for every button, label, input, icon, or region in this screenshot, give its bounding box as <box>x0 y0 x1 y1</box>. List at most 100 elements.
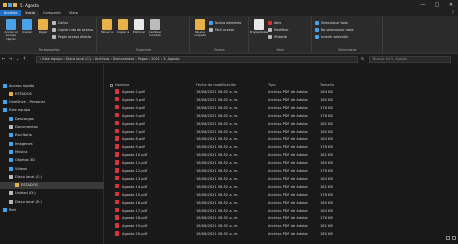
move-button[interactable]: Mover a <box>100 19 114 43</box>
select-all-checkbox[interactable] <box>110 83 113 87</box>
desktop-icon <box>9 133 13 138</box>
delete-button[interactable]: Eliminar <box>132 19 146 43</box>
back-arrow-icon[interactable]: ← <box>0 57 7 62</box>
sidebar-item[interactable]: Unidad (D:) <box>0 190 104 197</box>
sidebar-item[interactable]: Música <box>0 148 104 155</box>
help-icon[interactable]: ? <box>452 10 454 15</box>
sidebar-item[interactable]: Objetos 3D <box>0 157 104 164</box>
file-type: Archivo PDF de Adobe <box>268 105 308 110</box>
pin-icon <box>6 19 16 30</box>
new-item-button[interactable]: Nuevo elemento <box>209 20 241 25</box>
rename-button[interactable]: Cambiar nombre <box>148 19 162 43</box>
minimize-button[interactable]: — <box>416 0 430 10</box>
maximize-button[interactable]: □ <box>430 0 444 10</box>
file-type: Archivo PDF de Adobe <box>268 153 308 158</box>
file-name: Agosto 13.pdf <box>122 176 148 181</box>
sidebar-item[interactable]: Este equipo <box>0 107 104 114</box>
file-row[interactable]: Agosto 15.pdf 16/08/2021 08:52 a. m. Archi… <box>104 191 458 200</box>
file-row[interactable]: Agosto 9.pdf 16/08/2021 08:52 a. m. Archiv… <box>104 144 458 152</box>
file-row[interactable]: Agosto 10.pdf 16/08/2021 08:52 a. m. Archi… <box>104 152 458 160</box>
copy-button[interactable]: Copiar <box>20 19 34 43</box>
paste-label: Pegar <box>38 30 48 34</box>
sidebar-item[interactable]: Imágenes <box>0 140 104 147</box>
ribbon-group-label: Organizar <box>135 48 152 52</box>
documents-icon <box>9 125 13 129</box>
sidebar-item[interactable]: ESTADOS <box>0 90 104 97</box>
file-type: Archivo PDF de Adobe <box>268 192 308 197</box>
sidebar-item[interactable]: Escritorio <box>0 132 104 139</box>
file-row[interactable]: Agosto 16.pdf 16/08/2021 08:52 a. m. Archi… <box>104 199 458 208</box>
sidebar-item[interactable]: Vídeos <box>0 165 104 172</box>
file-row[interactable]: Agosto 3.pdf 16/08/2021 08:52 a. m. Archiv… <box>104 96 458 105</box>
file-row[interactable]: Agosto 7.pdf 16/08/2021 08:52 a. m. Archiv… <box>104 128 458 137</box>
file-row[interactable]: Agosto 19.pdf 16/08/2021 08:52 a. m. Archi… <box>104 223 458 231</box>
file-row[interactable]: Agosto 12.pdf 16/08/2021 08:52 a. m. Archi… <box>104 168 458 176</box>
refresh-icon[interactable]: ↻ <box>361 56 364 61</box>
file-row[interactable]: Agosto 5.pdf 16/08/2021 08:52 a. m. Archiv… <box>104 112 458 121</box>
file-row[interactable]: Agosto 17.pdf 16/08/2021 08:52 a. m. Archi… <box>104 207 458 216</box>
sidebar-item[interactable]: Disco local (E:) <box>0 198 104 205</box>
3d-icon <box>9 158 13 163</box>
up-arrow-icon[interactable]: ↑ <box>21 57 28 62</box>
file-row[interactable]: Agosto 2.pdf 16/08/2021 08:52 a. m. Archiv… <box>104 89 458 97</box>
paste-button[interactable]: Pegar <box>36 19 50 43</box>
file-row[interactable]: Agosto 18.pdf 16/08/2021 08:52 a. m. Archi… <box>104 215 458 223</box>
column-size[interactable]: Tamaño <box>320 82 334 88</box>
new-folder-button[interactable]: Nueva carpeta <box>193 19 207 43</box>
sidebar-item[interactable]: Acceso rápido <box>0 82 104 89</box>
column-date[interactable]: Fecha de modificación <box>196 82 236 88</box>
search-input[interactable]: Buscar en 5. Agosto <box>369 55 451 63</box>
recent-chevron-icon[interactable]: ⌄ <box>14 57 21 62</box>
column-name[interactable]: Nombre <box>115 82 129 88</box>
shortcut-button[interactable]: Pegar acceso directo <box>52 34 91 39</box>
file-date: 16/08/2021 08:52 a. m. <box>196 121 239 126</box>
sidebar-item[interactable]: Documentos <box>0 124 104 131</box>
sidebar-item[interactable]: Disco local (C:) <box>0 173 104 180</box>
file-row[interactable]: Agosto 20.pdf 16/08/2021 08:52 a. m. Archi… <box>104 231 458 239</box>
close-button[interactable]: ✕ <box>444 0 458 10</box>
file-type: Archivo PDF de Adobe <box>268 224 308 229</box>
sidebar-item[interactable]: Red <box>0 207 104 214</box>
sidebar-item[interactable]: Descargas <box>0 115 104 122</box>
pdf-file-icon <box>115 223 119 228</box>
pdf-file-icon <box>115 112 119 118</box>
large-icons-view-icon[interactable] <box>452 236 456 240</box>
file-name: Agosto 6.pdf <box>122 121 145 126</box>
open-button[interactable]: Abrir <box>268 20 282 25</box>
sidebar-item-label: Unidad (D:) <box>15 191 36 196</box>
properties-button[interactable]: Propiedades <box>250 19 268 43</box>
pin-button[interactable]: Anclar al Acceso rápido <box>4 19 18 43</box>
history-button[interactable]: Historial <box>268 34 287 39</box>
sidebar-item[interactable]: ESTADOS <box>0 181 104 189</box>
pdf-file-icon <box>115 144 119 149</box>
cloud-icon <box>3 100 7 105</box>
ribbon-group-label: Portapapeles <box>38 48 60 52</box>
file-row[interactable]: Agosto 6.pdf 16/08/2021 08:52 a. m. Archiv… <box>104 120 458 129</box>
column-type[interactable]: Tipo <box>268 82 276 88</box>
file-row[interactable]: Agosto 8.pdf 16/08/2021 08:52 a. m. Archiv… <box>104 136 458 144</box>
sidebar-item[interactable]: OneDrive - Personal <box>0 99 104 106</box>
edit-button[interactable]: Modificar <box>268 27 289 32</box>
history-icon <box>268 34 272 39</box>
ribbon-group-label: Nuevo <box>214 48 225 52</box>
file-date: 16/08/2021 08:52 a. m. <box>196 224 239 229</box>
file-type: Archivo PDF de Adobe <box>268 113 308 118</box>
file-row[interactable]: Agosto 4.pdf 16/08/2021 08:52 a. m. Archiv… <box>104 104 458 113</box>
details-view-icon[interactable] <box>446 236 450 240</box>
easy-access-button[interactable]: Fácil acceso <box>209 27 234 32</box>
file-row[interactable]: Agosto 13.pdf 16/08/2021 08:52 a. m. Archi… <box>104 175 458 184</box>
file-row[interactable]: Agosto 14.pdf 16/08/2021 08:52 a. m. Archi… <box>104 183 458 192</box>
file-size: 182 KB <box>320 184 333 189</box>
new-folder-icon[interactable] <box>13 3 17 7</box>
select-none-button[interactable]: No seleccionar nada <box>315 27 353 32</box>
address-bar[interactable]: › Este equipo › Disco local (C:) › Archi… <box>36 55 358 63</box>
path-button[interactable]: Copiar ruta de acceso <box>52 27 93 32</box>
forward-arrow-icon[interactable]: → <box>7 57 14 62</box>
select-all-button[interactable]: Seleccionar todo <box>315 20 348 25</box>
properties-icon[interactable] <box>8 3 12 7</box>
file-size: 180 KB <box>320 232 333 237</box>
cut-button[interactable]: Cortar <box>52 20 68 25</box>
file-row[interactable]: Agosto 11.pdf 16/08/2021 08:52 a. m. Archi… <box>104 160 458 168</box>
copyto-button[interactable]: Copiar a <box>116 19 130 43</box>
invert-button[interactable]: Invertir selección <box>315 34 348 39</box>
